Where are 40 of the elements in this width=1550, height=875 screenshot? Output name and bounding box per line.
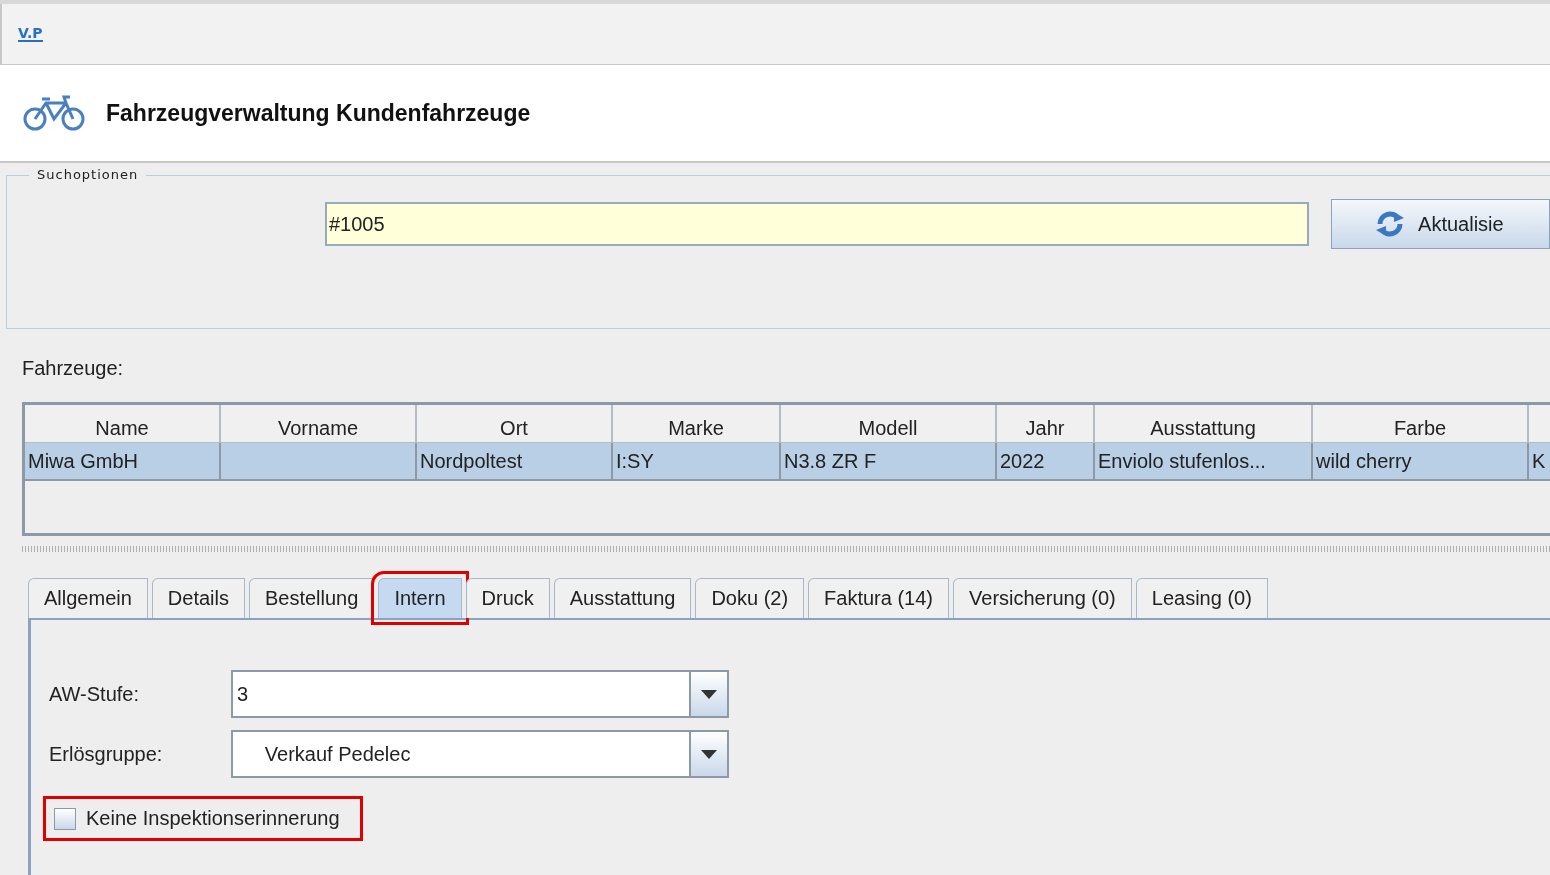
dropdown-button[interactable] — [689, 732, 727, 776]
table-cell: I:SY — [613, 443, 781, 481]
bicycle-icon — [22, 93, 86, 133]
window-title: Fahrzeugverwaltung Kundenfahrzeuge — [106, 99, 531, 127]
refresh-button[interactable]: Aktualisie — [1331, 199, 1550, 249]
vehicles-label: Fahrzeuge: — [22, 357, 125, 380]
column-header[interactable]: Ausstattung — [1095, 405, 1313, 443]
dropdown-field[interactable]: Verkauf Pedelec — [231, 730, 729, 778]
tab[interactable]: Doku (2) — [695, 578, 805, 618]
column-header[interactable]: Ort — [417, 405, 613, 443]
tab[interactable]: Versicherung (0) — [953, 578, 1132, 618]
table-cell: Nordpoltest — [417, 443, 613, 481]
dropdown-field[interactable]: 3 — [231, 670, 729, 718]
table-cell: N3.8 ZR F — [781, 443, 997, 481]
field-label: Erlösgruppe: — [49, 742, 164, 766]
caret-icon — [701, 749, 717, 759]
tab[interactable]: Ausstattung — [553, 578, 692, 618]
column-header[interactable]: Modell — [781, 405, 997, 443]
tab[interactable]: Allgemein — [28, 578, 148, 618]
table-cell: 2022 — [997, 443, 1095, 481]
search-field[interactable]: #1005 — [325, 202, 1310, 246]
column-header[interactable]: Farbe — [1313, 405, 1529, 443]
column-header[interactable]: Vorname — [221, 405, 417, 443]
dropdown-button[interactable] — [689, 672, 727, 716]
tab[interactable]: Faktura (14) — [808, 578, 950, 618]
tab[interactable]: Bestellung — [248, 578, 375, 618]
inspection-checkbox[interactable]: Keine Inspektionserinnerung — [43, 796, 363, 841]
column-header[interactable]: Marke — [613, 405, 781, 443]
table-cell: wild cherry — [1313, 443, 1529, 481]
tab[interactable]: Details — [151, 578, 245, 618]
group-legend: Suchoptionen — [29, 167, 147, 182]
field-label: AW-Stufe: — [49, 682, 141, 706]
table-cell: Miwa GmbH — [25, 443, 221, 481]
column-header[interactable]: Name — [25, 405, 221, 443]
tab[interactable]: Leasing (0) — [1135, 578, 1268, 618]
column-header[interactable]: Jahr — [997, 405, 1095, 443]
table-cell: Enviolo stufenlos... — [1095, 443, 1313, 481]
table-cell: K — [1529, 443, 1550, 481]
tab[interactable]: Druck — [465, 578, 550, 618]
caret-icon — [701, 689, 717, 699]
